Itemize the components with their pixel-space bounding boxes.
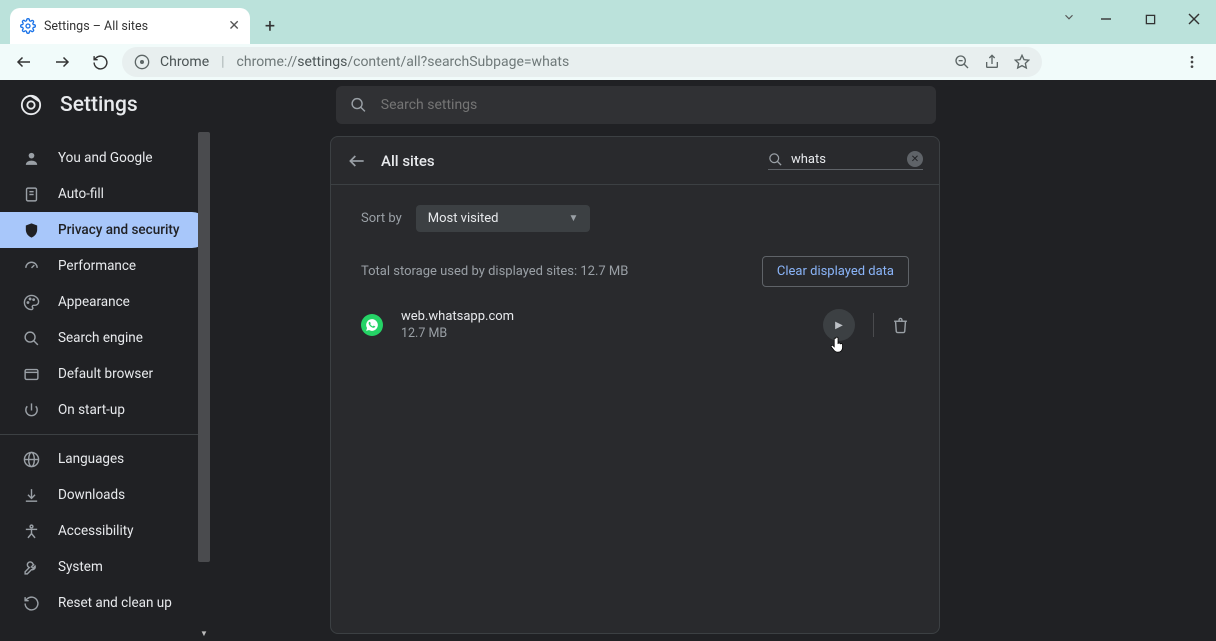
site-expand-button[interactable]: ▶ (823, 309, 855, 341)
browser-titlebar: Settings – All sites ✕ + (0, 0, 1216, 44)
chevron-down-icon: ▼ (568, 213, 578, 224)
sidebar-item-label: Appearance (58, 294, 130, 310)
whatsapp-icon (361, 314, 383, 336)
minimize-button[interactable] (1084, 4, 1128, 34)
sidebar-divider (0, 434, 210, 435)
close-tab-button[interactable]: ✕ (228, 18, 240, 34)
search-icon (768, 152, 783, 167)
globe-icon (22, 450, 40, 468)
storage-summary: Total storage used by displayed sites: 1… (361, 264, 628, 279)
sort-value: Most visited (428, 211, 499, 226)
omnibox-origin: Chrome (160, 54, 209, 70)
sort-select[interactable]: Most visited ▼ (416, 205, 591, 232)
sidebar-item-label: Default browser (58, 366, 153, 382)
sidebar-item-languages[interactable]: Languages (0, 441, 210, 477)
sidebar-item-default-browser[interactable]: Default browser (0, 356, 210, 392)
browser-menu-button[interactable] (1176, 46, 1208, 78)
clear-filter-button[interactable]: ✕ (907, 151, 923, 167)
site-info-icon[interactable] (134, 54, 150, 70)
sidebar-item-label: Performance (58, 258, 136, 274)
card-header: All sites ✕ (331, 137, 939, 185)
sidebar-item-reset-cleanup[interactable]: Reset and clean up (0, 585, 210, 621)
person-icon (22, 149, 40, 167)
settings-title: Settings (60, 93, 138, 117)
settings-app: Settings You and Google Auto-fill Privac… (0, 80, 1216, 641)
sort-row: Sort by Most visited ▼ (361, 205, 909, 232)
back-button[interactable] (8, 46, 40, 78)
share-icon[interactable] (984, 54, 1000, 70)
zoom-icon[interactable] (954, 54, 970, 70)
new-tab-button[interactable]: + (256, 12, 284, 40)
shield-icon (22, 221, 40, 239)
sidebar-item-label: Auto-fill (58, 186, 104, 202)
power-icon (22, 401, 40, 419)
browser-icon (22, 365, 40, 383)
browser-toolbar: Chrome | chrome://settings/content/all?s… (0, 44, 1216, 80)
restore-icon (22, 594, 40, 612)
sidebar-item-label: Reset and clean up (58, 595, 172, 611)
sort-label: Sort by (361, 211, 402, 226)
all-sites-card: All sites ✕ Sort by Most visited ▼ (330, 136, 940, 634)
sidebar-item-label: Privacy and security (58, 222, 180, 238)
tab-title: Settings – All sites (44, 19, 148, 34)
sidebar-item-downloads[interactable]: Downloads (0, 477, 210, 513)
delete-site-button[interactable] (892, 317, 909, 334)
chrome-logo-icon (20, 94, 42, 116)
search-settings-input[interactable] (381, 97, 922, 113)
sidebar-item-system[interactable]: System (0, 549, 210, 585)
sidebar-item-performance[interactable]: Performance (0, 248, 210, 284)
sidebar-item-label: On start-up (58, 402, 125, 418)
clear-displayed-data-button[interactable]: Clear displayed data (762, 256, 909, 287)
sidebar-item-autofill[interactable]: Auto-fill (0, 176, 210, 212)
forward-button[interactable] (46, 46, 78, 78)
tabs-dropdown-button[interactable] (1062, 10, 1076, 24)
download-icon (22, 486, 40, 504)
sidebar-item-label: Downloads (58, 487, 125, 503)
reload-button[interactable] (84, 46, 116, 78)
sidebar-item-you-and-google[interactable]: You and Google (0, 140, 210, 176)
window-controls (1084, 0, 1216, 44)
palette-icon (22, 293, 40, 311)
site-size: 12.7 MB (401, 326, 514, 341)
sidebar-item-on-startup[interactable]: On start-up (0, 392, 210, 428)
page-title: All sites (381, 152, 435, 170)
close-window-button[interactable] (1172, 4, 1216, 34)
sidebar-scrollbar[interactable] (198, 132, 210, 562)
gear-icon (20, 18, 36, 34)
speedometer-icon (22, 257, 40, 275)
search-settings-bar[interactable] (336, 86, 936, 124)
sidebar-item-search-engine[interactable]: Search engine (0, 320, 210, 356)
site-filter-field[interactable]: ✕ (768, 151, 923, 170)
bookmark-icon[interactable] (1014, 54, 1030, 70)
maximize-button[interactable] (1128, 4, 1172, 34)
sidebar-item-label: Search engine (58, 330, 143, 346)
sidebar-item-label: You and Google (58, 150, 153, 166)
settings-sidebar: You and Google Auto-fill Privacy and sec… (0, 130, 210, 641)
site-row[interactable]: web.whatsapp.com 12.7 MB ▶ (361, 309, 909, 341)
sidebar-item-appearance[interactable]: Appearance (0, 284, 210, 320)
back-arrow-button[interactable] (347, 151, 367, 171)
settings-header: Settings (0, 80, 1216, 130)
search-icon (350, 96, 367, 114)
sidebar-item-label: Accessibility (58, 523, 134, 539)
site-name: web.whatsapp.com (401, 309, 514, 324)
search-icon (22, 329, 40, 347)
sidebar-item-label: Languages (58, 451, 124, 467)
browser-tab[interactable]: Settings – All sites ✕ (10, 8, 250, 44)
divider (873, 313, 874, 337)
sidebar-item-label: System (58, 559, 103, 575)
accessibility-icon (22, 522, 40, 540)
cursor-hand-icon (829, 335, 847, 355)
autofill-icon (22, 185, 40, 203)
wrench-icon (22, 558, 40, 576)
settings-main: All sites ✕ Sort by Most visited ▼ (210, 130, 1216, 641)
sidebar-item-privacy-security[interactable]: Privacy and security (0, 212, 210, 248)
address-bar[interactable]: Chrome | chrome://settings/content/all?s… (122, 47, 1042, 77)
scrollbar-down-button[interactable]: ▼ (198, 629, 210, 641)
sidebar-item-accessibility[interactable]: Accessibility (0, 513, 210, 549)
site-filter-input[interactable] (791, 152, 899, 167)
